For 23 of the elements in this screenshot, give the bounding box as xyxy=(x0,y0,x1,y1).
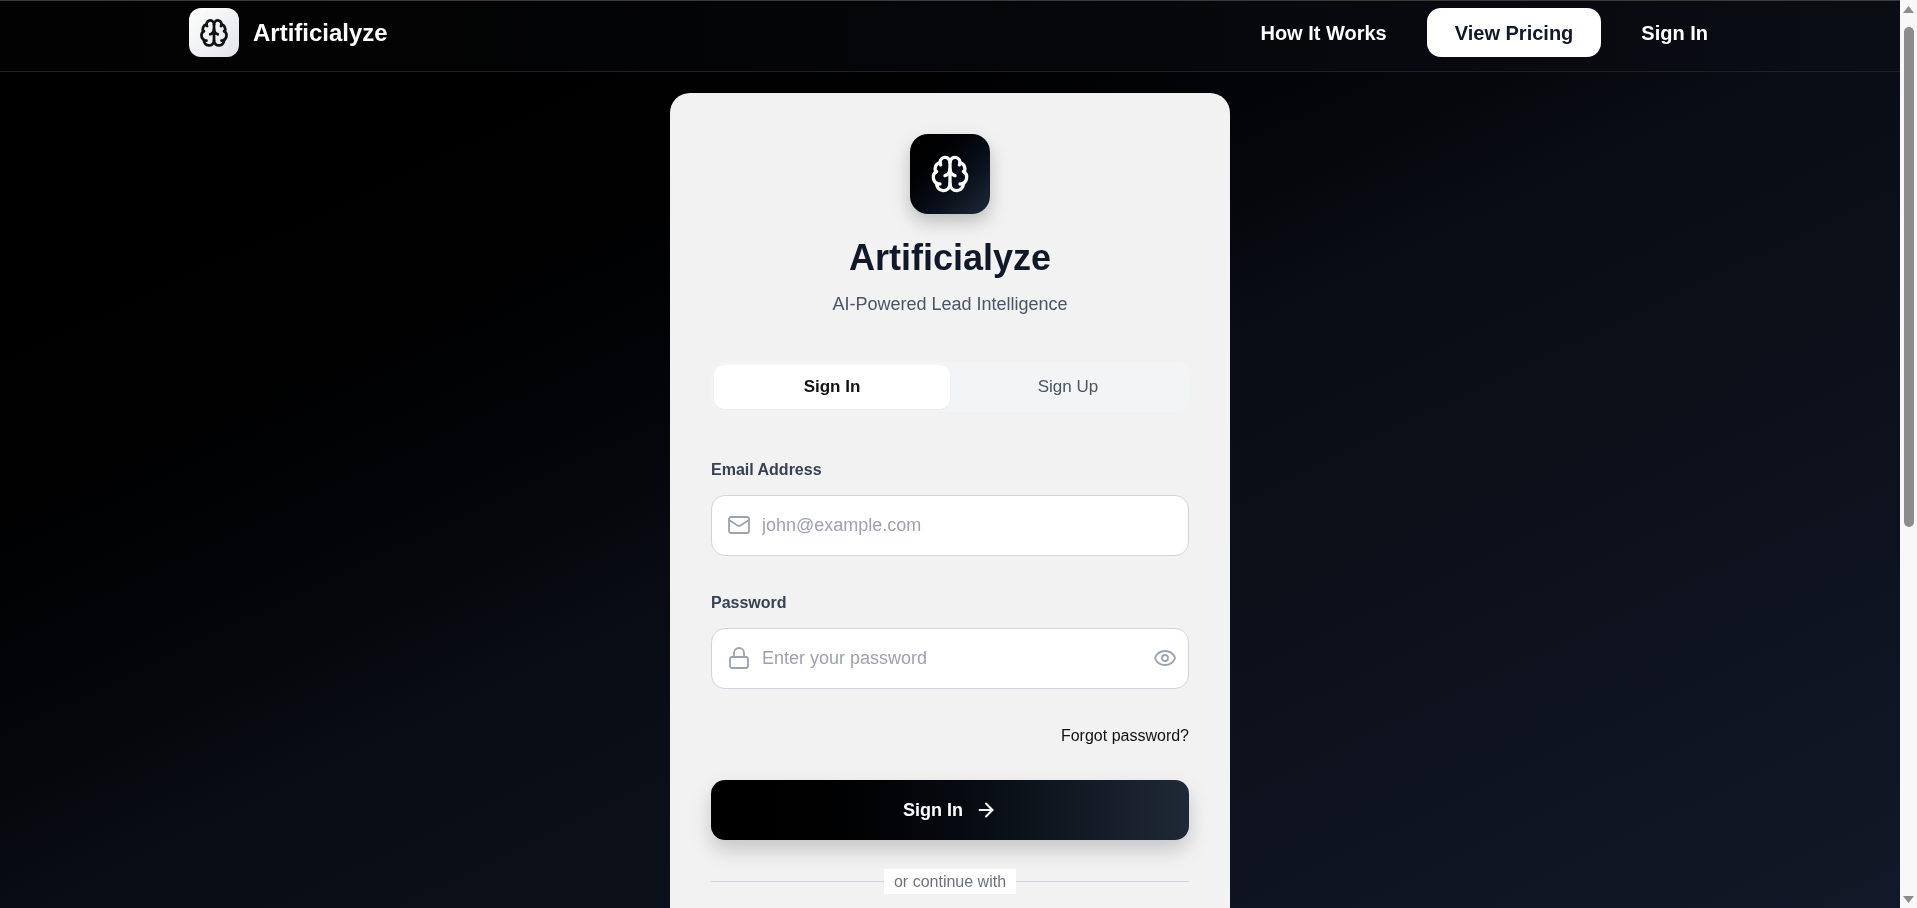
nav-link[interactable]: How It Works xyxy=(1232,8,1415,57)
email-field[interactable]: john@example.com xyxy=(711,495,1189,556)
brand-name[interactable]: Artificialyze xyxy=(253,14,388,51)
tab[interactable]: Sign Up xyxy=(950,365,1186,409)
divider-label: or continue with xyxy=(883,869,1017,894)
card-subtitle: AI-Powered Lead Intelligence xyxy=(832,293,1068,316)
card-title: Artificialyze xyxy=(848,238,1052,278)
password-field[interactable]: Enter your password xyxy=(711,628,1189,689)
forgot-password-link[interactable]: Forgot password? xyxy=(1060,724,1189,748)
scroll-up-icon[interactable] xyxy=(1903,6,1914,13)
nav-button[interactable]: View Pricing xyxy=(1426,8,1602,57)
mail-icon xyxy=(727,513,751,537)
sign-in-button[interactable]: Sign In xyxy=(711,780,1189,840)
tab[interactable]: Sign In xyxy=(714,365,950,409)
field-label: Email Address xyxy=(711,460,822,480)
brain-logo-icon xyxy=(910,134,990,214)
brain-logo-icon[interactable] xyxy=(189,8,239,57)
scroll-down-icon[interactable] xyxy=(1903,896,1914,903)
nav-link[interactable]: Sign In xyxy=(1613,8,1736,57)
scrollbar[interactable] xyxy=(1900,0,1917,908)
lock-icon xyxy=(727,646,751,670)
scrollbar-thumb[interactable] xyxy=(1903,27,1914,527)
field-label: Password xyxy=(711,593,787,613)
